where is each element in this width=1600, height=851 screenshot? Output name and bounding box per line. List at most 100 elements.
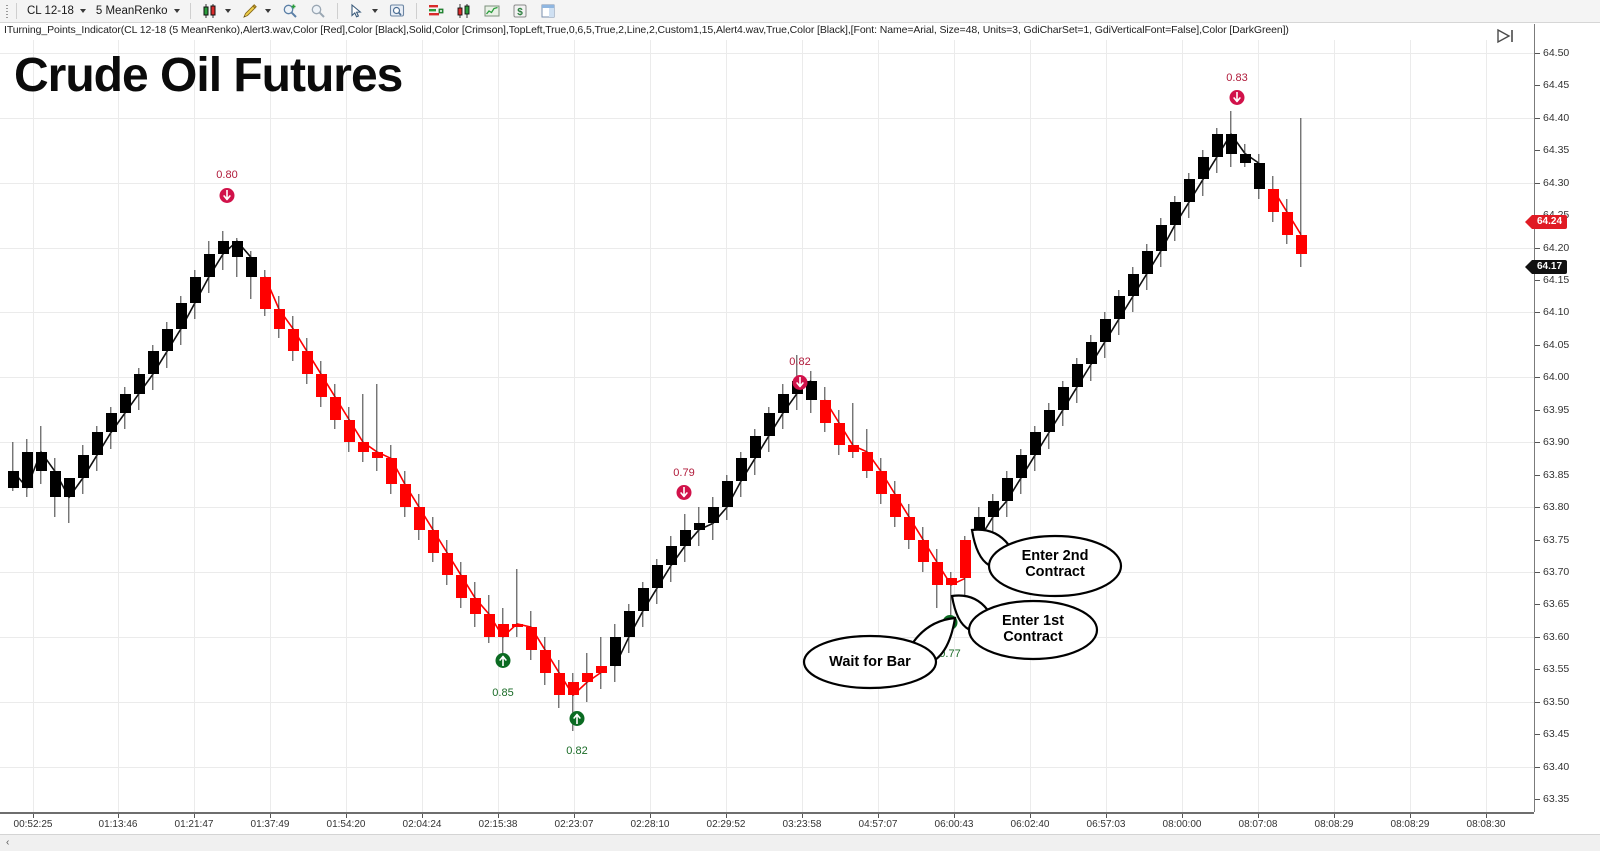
price-tick-label: 64.35 <box>1543 144 1570 157</box>
chevron-down-icon <box>264 9 271 13</box>
price-tick-label: 63.45 <box>1543 728 1570 741</box>
candle-body <box>7 471 19 488</box>
candle-body <box>567 682 579 696</box>
candle-body <box>847 445 859 452</box>
price-tick <box>1535 507 1540 509</box>
sim-account-icon: $ <box>511 2 529 20</box>
instrument-selector[interactable]: CL 12-18 <box>22 0 91 23</box>
candlestick <box>371 40 383 812</box>
cursor-mode-button[interactable] <box>343 0 383 23</box>
chart-canvas[interactable]: 0.80 0.79 0.82 0.83 0.85 0.82 0.77 Wait for Ba… <box>0 40 1534 812</box>
indicators-icon <box>427 2 445 20</box>
time-axis[interactable]: 00:52:25 01:13:46 01:21:47 01:37:49 01:54:20… <box>0 812 1534 834</box>
time-tick <box>33 814 34 818</box>
time-tick <box>1334 814 1335 818</box>
cursor-select-icon <box>348 2 366 20</box>
price-tick-label: 63.95 <box>1543 403 1570 416</box>
go-to-end-icon[interactable] <box>1495 28 1517 44</box>
interval-selector[interactable]: 5 MeanRenko <box>91 0 185 23</box>
strategies-icon <box>455 2 473 20</box>
candle-body <box>63 477 75 498</box>
chart-trader-button[interactable] <box>478 0 506 23</box>
candle-body <box>735 458 747 482</box>
time-tick-label: 08:08:29 <box>1314 819 1354 830</box>
price-tick-label: 64.10 <box>1543 306 1570 319</box>
time-tick-label: 08:07:08 <box>1238 819 1278 830</box>
candle-body <box>525 627 537 650</box>
candle-body <box>497 623 509 637</box>
candle-wick <box>600 636 602 689</box>
candle-body <box>441 552 453 576</box>
indicators-button[interactable] <box>422 0 450 23</box>
bid-price-tag: 64.17 <box>1525 260 1568 275</box>
time-tick <box>194 814 195 818</box>
price-tick <box>1535 344 1540 346</box>
properties-button[interactable] <box>534 0 562 23</box>
drawing-tools-button[interactable] <box>236 0 276 23</box>
candle-body <box>189 276 201 303</box>
toolbar-grip[interactable] <box>2 3 11 20</box>
candle-body <box>581 672 593 683</box>
sim-account-button[interactable]: $ <box>506 0 534 23</box>
price-tick-label: 63.55 <box>1543 663 1570 676</box>
sell-signal-1-marker[interactable] <box>219 188 235 203</box>
data-box-icon <box>388 2 406 20</box>
candle-body <box>1085 341 1097 365</box>
time-tick <box>346 814 347 818</box>
candle-body <box>147 351 159 375</box>
price-axis[interactable]: 64.5064.4564.4064.3564.3064.2564.2064.15… <box>1525 24 1600 812</box>
strategies-button[interactable] <box>450 0 478 23</box>
candle-body <box>105 413 117 433</box>
candlestick <box>1197 40 1209 812</box>
price-tick <box>1535 85 1540 87</box>
price-tick <box>1535 280 1540 282</box>
candle-body <box>889 494 901 517</box>
candle-body <box>21 451 33 488</box>
sell-signal-3-marker[interactable] <box>792 375 808 390</box>
price-tick-label: 63.35 <box>1543 793 1570 806</box>
candlestick <box>287 40 299 812</box>
buy-signal-1-marker[interactable] <box>495 653 511 668</box>
sell-signal-2-marker[interactable] <box>676 485 692 500</box>
candlestick <box>1141 40 1153 812</box>
candlestick <box>539 40 551 812</box>
candle-body <box>175 302 187 329</box>
buy-signal-2-marker[interactable] <box>569 711 585 726</box>
price-tick <box>1535 636 1540 638</box>
candlestick <box>665 40 677 812</box>
zoom-out-button[interactable] <box>304 0 332 23</box>
price-tick <box>1535 182 1540 184</box>
candlestick <box>567 40 579 812</box>
price-tick-label: 63.80 <box>1543 501 1570 514</box>
candlestick <box>77 40 89 812</box>
sell-signal-4-marker[interactable] <box>1229 90 1245 105</box>
candle-body <box>301 351 313 375</box>
candle-body <box>1155 224 1167 251</box>
candlestick <box>119 40 131 812</box>
candle-body <box>413 507 425 530</box>
price-tick-label: 63.40 <box>1543 760 1570 773</box>
price-tick <box>1535 604 1540 606</box>
price-tick-label: 63.60 <box>1543 630 1570 643</box>
scroll-left-button[interactable]: ‹ <box>0 835 15 851</box>
price-tick-label: 63.75 <box>1543 533 1570 546</box>
candlestick <box>133 40 145 812</box>
candlestick <box>273 40 285 812</box>
candle-body <box>1197 156 1209 180</box>
candle-body <box>511 623 523 628</box>
candlestick <box>609 40 621 812</box>
time-tick-label: 06:00:43 <box>934 819 974 830</box>
candlestick <box>147 40 159 812</box>
chart-type-button[interactable] <box>196 0 236 23</box>
candle-body <box>777 393 789 414</box>
instrument-label: CL 12-18 <box>27 5 74 17</box>
sell-signal-3-label: 0.82 <box>789 356 811 368</box>
candle-body <box>1071 364 1083 388</box>
candlestick <box>749 40 761 812</box>
price-tick-label: 64.45 <box>1543 79 1570 92</box>
candle-body <box>1113 296 1125 319</box>
time-tick-label: 02:23:07 <box>554 819 594 830</box>
time-tick-label: 06:02:40 <box>1010 819 1050 830</box>
data-box-button[interactable] <box>383 0 411 23</box>
zoom-in-button[interactable] <box>276 0 304 23</box>
